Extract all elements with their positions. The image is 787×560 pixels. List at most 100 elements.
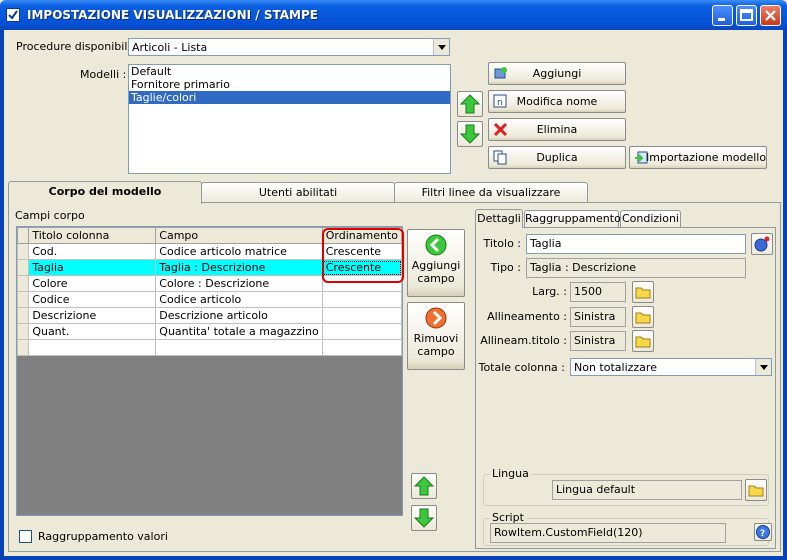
cell-ordinamento[interactable] bbox=[321, 323, 403, 340]
cell-campo[interactable]: Colore : Descrizione bbox=[155, 275, 323, 292]
move-down-button[interactable] bbox=[457, 121, 483, 147]
allineamento-button[interactable] bbox=[632, 306, 654, 328]
cell-titolo[interactable]: Descrizione bbox=[28, 307, 157, 324]
chevron-down-icon[interactable] bbox=[433, 39, 449, 55]
duplica-button[interactable]: Duplica bbox=[488, 146, 626, 169]
cell-titolo[interactable]: Taglia bbox=[28, 259, 157, 276]
totale-colonna-select[interactable]: Non totalizzare bbox=[570, 358, 772, 376]
procedure-select[interactable]: Articoli - Lista bbox=[128, 38, 450, 56]
help-icon: ? bbox=[756, 525, 770, 539]
larg-label: Larg. : bbox=[532, 285, 567, 298]
row-header[interactable] bbox=[16, 259, 30, 276]
aggiungi-campo-label-2: campo bbox=[417, 272, 455, 285]
titolo-options-button[interactable] bbox=[751, 233, 773, 255]
list-item[interactable]: Fornitore primario bbox=[129, 78, 450, 91]
window: IMPOSTAZIONE VISUALIZZAZIONI / STAMPE Pr… bbox=[0, 0, 787, 560]
chevron-down-icon[interactable] bbox=[755, 359, 771, 375]
cell-campo[interactable]: Taglia : Descrizione bbox=[155, 259, 323, 276]
rimuovi-campo-label-2: campo bbox=[417, 345, 455, 358]
cell-ordinamento[interactable] bbox=[321, 339, 403, 356]
cell-campo[interactable]: Quantita' totale a magazzino bbox=[155, 323, 323, 340]
close-button[interactable] bbox=[760, 5, 781, 26]
column-header[interactable]: Campo bbox=[155, 227, 323, 244]
tab-dettagli[interactable]: Dettagli bbox=[475, 209, 523, 228]
modifica-nome-label: Modifica nome bbox=[516, 95, 598, 108]
cell-titolo[interactable]: Cod. bbox=[28, 243, 157, 260]
importazione-label: Importazione modello bbox=[646, 151, 767, 164]
field-move-up-button[interactable] bbox=[411, 473, 437, 499]
folder-icon bbox=[635, 336, 651, 348]
importazione-modello-button[interactable]: Importazione modello bbox=[629, 146, 767, 169]
arrow-right-icon bbox=[425, 307, 447, 329]
modelli-list[interactable]: Default Fornitore primario Taglie/colori bbox=[128, 64, 451, 174]
table-row[interactable]: Quant. Quantita' totale a magazzino bbox=[16, 323, 403, 340]
tab-utenti-abilitati[interactable]: Utenti abilitati bbox=[201, 182, 395, 203]
list-item[interactable]: Default bbox=[129, 65, 450, 78]
ordinamento-highlight bbox=[322, 228, 404, 283]
row-header[interactable] bbox=[16, 291, 30, 308]
row-header[interactable] bbox=[16, 323, 30, 340]
row-header[interactable] bbox=[16, 275, 30, 292]
field-move-down-button[interactable] bbox=[411, 505, 437, 531]
aggiungi-button[interactable]: Aggiungi bbox=[488, 62, 626, 85]
campi-corpo-label: Campi corpo bbox=[15, 209, 85, 222]
list-item-selected[interactable]: Taglie/colori bbox=[129, 91, 450, 104]
tipo-label: Tipo : bbox=[490, 261, 521, 274]
arrow-up-icon bbox=[459, 94, 481, 114]
cell-titolo[interactable]: Quant. bbox=[28, 323, 157, 340]
maximize-button[interactable] bbox=[736, 5, 757, 26]
modelli-label: Modelli : bbox=[80, 68, 127, 81]
table-row[interactable]: Descrizione Descrizione articolo bbox=[16, 307, 403, 324]
row-header[interactable] bbox=[16, 243, 30, 260]
elimina-button[interactable]: Elimina bbox=[488, 118, 626, 141]
allineamento-value[interactable]: Sinistra bbox=[570, 307, 626, 327]
tab-panel: Campi corpo Titolo colonna Campo Ordinam… bbox=[8, 202, 781, 552]
cell-titolo[interactable] bbox=[28, 339, 157, 356]
lingua-button[interactable] bbox=[745, 479, 767, 501]
globe-icon bbox=[754, 236, 770, 252]
lingua-value[interactable]: Lingua default bbox=[552, 480, 742, 500]
cell-campo[interactable]: Codice articolo matrice bbox=[155, 243, 323, 260]
script-value[interactable]: RowItem.CustomField(120) bbox=[490, 523, 726, 543]
window-title: IMPOSTAZIONE VISUALIZZAZIONI / STAMPE bbox=[27, 8, 318, 22]
import-icon bbox=[635, 151, 648, 164]
cell-ordinamento[interactable] bbox=[321, 291, 403, 308]
tab-filtri-linee[interactable]: Filtri linee da visualizzare bbox=[394, 182, 588, 203]
rimuovi-campo-label-1: Rimuovi bbox=[413, 332, 459, 345]
cell-campo[interactable]: Descrizione articolo bbox=[155, 307, 323, 324]
tab-corpo-del-modello[interactable]: Corpo del modello bbox=[8, 181, 202, 204]
larg-value[interactable]: 1500 bbox=[570, 282, 626, 302]
move-up-button[interactable] bbox=[457, 91, 483, 117]
maximize-icon bbox=[740, 9, 753, 21]
titolo-input[interactable]: Taglia bbox=[526, 234, 746, 254]
cell-campo[interactable]: Codice articolo bbox=[155, 291, 323, 308]
minimize-button[interactable] bbox=[712, 5, 733, 26]
table-row[interactable]: Codice Codice articolo bbox=[16, 291, 403, 308]
aggiungi-campo-button[interactable]: Aggiungi campo bbox=[407, 229, 465, 297]
arrow-down-icon bbox=[459, 124, 481, 144]
tab-condizioni[interactable]: Condizioni bbox=[620, 210, 681, 228]
checkbox-icon bbox=[6, 8, 20, 22]
title-bar[interactable]: IMPOSTAZIONE VISUALIZZAZIONI / STAMPE bbox=[0, 0, 787, 30]
totale-colonna-label: Totale colonna : bbox=[478, 361, 565, 374]
larg-button[interactable] bbox=[632, 281, 654, 303]
allineam-titolo-value[interactable]: Sinistra bbox=[570, 331, 626, 351]
cell-titolo[interactable]: Colore bbox=[28, 275, 157, 292]
minimize-icon bbox=[718, 18, 725, 21]
script-group: Script RowItem.CustomField(120) ? bbox=[483, 511, 772, 546]
cell-campo[interactable] bbox=[155, 339, 323, 356]
cell-ordinamento[interactable] bbox=[321, 307, 403, 324]
row-header[interactable] bbox=[16, 307, 30, 324]
modifica-nome-button[interactable]: n Modifica nome bbox=[488, 90, 626, 113]
rimuovi-campo-button[interactable]: Rimuovi campo bbox=[407, 302, 465, 370]
tab-raggruppamento[interactable]: Raggruppamento bbox=[524, 210, 621, 228]
script-help-button[interactable]: ? bbox=[754, 523, 772, 541]
cell-titolo[interactable]: Codice bbox=[28, 291, 157, 308]
raggruppamento-valori-checkbox[interactable] bbox=[19, 530, 32, 543]
row-header[interactable] bbox=[16, 339, 30, 356]
column-header[interactable]: Titolo colonna bbox=[28, 227, 157, 244]
procedure-value: Articoli - Lista bbox=[132, 41, 208, 54]
allineam-titolo-button[interactable] bbox=[632, 330, 654, 352]
table-row[interactable] bbox=[16, 339, 403, 356]
duplica-label: Duplica bbox=[536, 151, 578, 164]
